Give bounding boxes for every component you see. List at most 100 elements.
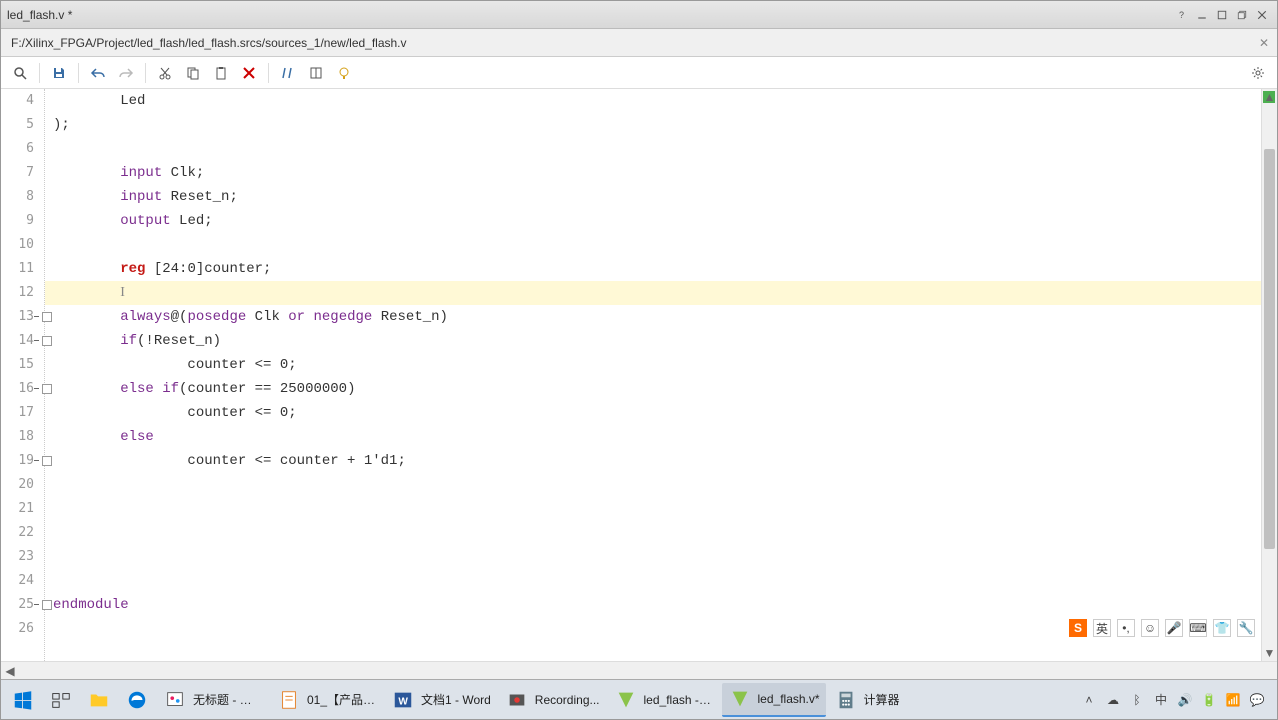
taskbar-item-recording[interactable]: Recording... — [499, 683, 606, 717]
tray-volume-icon[interactable]: 🔊 — [1177, 692, 1193, 708]
ime-lang[interactable]: 英 — [1093, 619, 1111, 637]
code-line[interactable]: input Clk; — [45, 161, 1261, 185]
taskbar-item-explorer[interactable] — [81, 683, 117, 717]
column-select-button[interactable] — [303, 60, 329, 86]
fold-icon[interactable] — [32, 600, 42, 610]
fold-icon[interactable] — [32, 312, 42, 322]
tray-onedrive-icon[interactable]: ☁ — [1105, 692, 1121, 708]
line-number: 9 — [1, 209, 40, 233]
line-number: 23 — [1, 545, 40, 569]
code-line[interactable] — [45, 137, 1261, 161]
restore-button[interactable] — [1233, 6, 1251, 24]
line-number: 5 — [1, 113, 40, 137]
fold-icon[interactable] — [32, 456, 42, 466]
word-icon: W — [391, 688, 415, 712]
code-line[interactable]: always@(posedge Clk or negedge Reset_n) — [45, 305, 1261, 329]
scroll-thumb[interactable] — [1264, 149, 1275, 549]
ime-tool-icon[interactable]: 🔧 — [1237, 619, 1255, 637]
vivado-icon — [728, 687, 752, 711]
code-line[interactable]: endmodule — [45, 593, 1261, 617]
ime-emoji-icon[interactable]: ☺ — [1141, 619, 1159, 637]
code-line[interactable] — [45, 473, 1261, 497]
taskbar-label: 文档1 - Word — [421, 691, 491, 708]
taskbar-item-word[interactable]: W 文档1 - Word — [385, 683, 497, 717]
ime-skin-icon[interactable]: 👕 — [1213, 619, 1231, 637]
tray-wifi-icon[interactable]: 📶 — [1225, 692, 1241, 708]
tray-bluetooth-icon[interactable]: ᛒ — [1129, 692, 1145, 708]
ime-punct[interactable]: •, — [1117, 619, 1135, 637]
cut-button[interactable] — [152, 60, 178, 86]
editor-area: 4567891011121314151617181920212223242526… — [1, 89, 1277, 661]
taskbar-item-doc1[interactable]: 01_【产品说... — [271, 683, 383, 717]
code-line[interactable]: counter <= 0; — [45, 401, 1261, 425]
taskbar-label: led_flash.v* — [758, 692, 820, 706]
code-line[interactable]: else — [45, 425, 1261, 449]
tray-expand-icon[interactable]: ˄ — [1081, 692, 1097, 708]
code-line[interactable]: counter <= 0; — [45, 353, 1261, 377]
taskbar-item-edge[interactable] — [119, 683, 155, 717]
delete-button[interactable] — [236, 60, 262, 86]
copy-button[interactable] — [180, 60, 206, 86]
code-line[interactable] — [45, 569, 1261, 593]
save-button[interactable] — [46, 60, 72, 86]
scroll-up-icon[interactable]: ▲ — [1262, 89, 1277, 105]
minimize-button[interactable] — [1193, 6, 1211, 24]
line-number: 15 — [1, 353, 40, 377]
code-line[interactable]: counter <= counter + 1'd1; — [45, 449, 1261, 473]
separator — [268, 63, 269, 83]
settings-button[interactable] — [1245, 60, 1271, 86]
code-line[interactable] — [45, 233, 1261, 257]
sogou-icon[interactable]: S — [1069, 619, 1087, 637]
code-line[interactable]: I — [45, 281, 1261, 305]
svg-text:?: ? — [1179, 10, 1184, 20]
scroll-down-icon[interactable]: ▼ — [1262, 645, 1277, 661]
code-line[interactable]: input Reset_n; — [45, 185, 1261, 209]
code-line[interactable]: if(!Reset_n) — [45, 329, 1261, 353]
scroll-left-icon[interactable]: ◀ — [1, 662, 19, 680]
line-number: 4 — [1, 89, 40, 113]
taskbar-item-vivado1[interactable]: led_flash - [... — [608, 683, 720, 717]
vivado-icon — [614, 688, 638, 712]
taskbar-item-paint[interactable]: 无标题 - 画图 — [157, 683, 269, 717]
folder-icon — [87, 688, 111, 712]
fold-icon[interactable] — [32, 336, 42, 346]
taskbar-item-calc[interactable]: 计算器 — [828, 683, 906, 717]
comment-button[interactable] — [275, 60, 301, 86]
undo-button[interactable] — [85, 60, 111, 86]
find-button[interactable] — [7, 60, 33, 86]
code-line[interactable]: Led — [45, 89, 1261, 113]
close-button[interactable] — [1253, 6, 1271, 24]
tray-lang-icon[interactable]: 中 — [1153, 692, 1169, 708]
code-line[interactable]: reg [24:0]counter; — [45, 257, 1261, 281]
line-number: 11 — [1, 257, 40, 281]
code-line[interactable] — [45, 497, 1261, 521]
paste-button[interactable] — [208, 60, 234, 86]
editor-window: led_flash.v * ? F:/Xilinx_FPGA/Project/l… — [0, 0, 1278, 720]
toolbar — [1, 57, 1277, 89]
horizontal-scrollbar[interactable]: ◀ — [1, 661, 1277, 679]
line-number: 18 — [1, 425, 40, 449]
ime-keyboard-icon[interactable]: ⌨ — [1189, 619, 1207, 637]
hint-button[interactable] — [331, 60, 357, 86]
system-tray: ˄ ☁ ᛒ 中 🔊 🔋 📶 💬 — [1081, 692, 1273, 708]
taskbar-item-taskview[interactable] — [43, 683, 79, 717]
tab-close-icon[interactable]: ✕ — [1259, 36, 1269, 50]
code-line[interactable]: output Led; — [45, 209, 1261, 233]
taskbar-item-vivado2[interactable]: led_flash.v* — [722, 683, 826, 717]
fold-icon[interactable] — [32, 384, 42, 394]
code-line[interactable] — [45, 521, 1261, 545]
help-button[interactable]: ? — [1173, 6, 1191, 24]
code-area[interactable]: Led); input Clk; input Reset_n; output L… — [45, 89, 1261, 661]
code-line[interactable]: ); — [45, 113, 1261, 137]
vertical-scrollbar[interactable]: ▲ ▼ — [1261, 89, 1277, 661]
tray-notif-icon[interactable]: 💬 — [1249, 692, 1265, 708]
redo-button[interactable] — [113, 60, 139, 86]
tray-battery-icon[interactable]: 🔋 — [1201, 692, 1217, 708]
line-number: 17 — [1, 401, 40, 425]
maximize-button[interactable] — [1213, 6, 1231, 24]
window-title: led_flash.v * — [7, 8, 1173, 22]
code-line[interactable]: else if(counter == 25000000) — [45, 377, 1261, 401]
ime-mic-icon[interactable]: 🎤 — [1165, 619, 1183, 637]
code-line[interactable] — [45, 545, 1261, 569]
taskbar-item-start[interactable] — [5, 683, 41, 717]
